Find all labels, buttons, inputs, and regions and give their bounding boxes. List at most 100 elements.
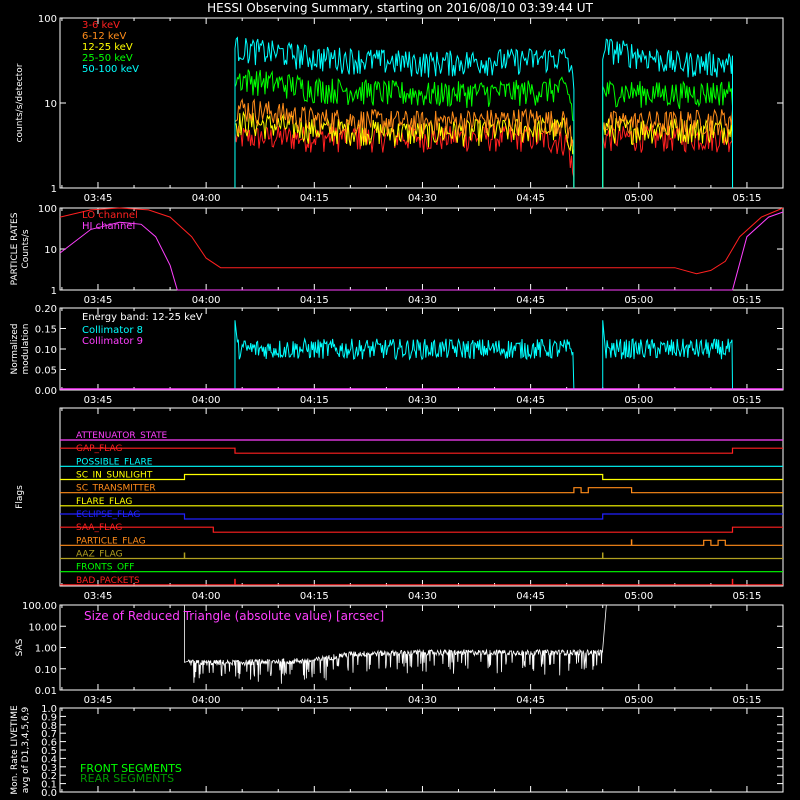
y-tick-label: 0.10 <box>35 665 57 676</box>
x-tick-label: 05:15 <box>733 695 762 706</box>
sas-ylabel-text: SAS <box>15 638 25 656</box>
y-tick-label: 0.05 <box>35 366 57 377</box>
flag-label: GAP_FLAG <box>76 444 122 454</box>
x-tick-label: 05:15 <box>733 193 762 204</box>
count-rate-series <box>234 98 575 189</box>
flag-label: ECLIPSE_FLAG <box>76 510 140 520</box>
modulation-legend-entry: Collimator 9 <box>82 336 143 347</box>
x-tick-label: 04:30 <box>408 295 437 306</box>
x-tick-label: 05:00 <box>624 193 653 204</box>
x-tick-label: 05:00 <box>624 591 653 602</box>
x-tick-label: 04:15 <box>300 193 329 204</box>
particle-rate-series <box>59 207 784 275</box>
y-tick-label: 100 <box>38 14 57 25</box>
x-tick-label: 05:15 <box>733 295 762 306</box>
modulation-series <box>234 320 575 391</box>
y-tick-label: 0.01 <box>35 686 57 697</box>
x-tick-label: 05:15 <box>733 395 762 406</box>
y-tick-label: 0.20 <box>35 304 57 315</box>
y-tick-label: 10 <box>44 99 57 110</box>
flag-trace <box>60 487 783 494</box>
x-tick-label: 04:45 <box>516 193 545 204</box>
x-tick-label: 03:45 <box>84 695 113 706</box>
particle-rate-ylabel-text: PARTICLE RATES <box>10 212 20 285</box>
x-tick-label: 04:15 <box>300 395 329 406</box>
count-rate-legend-entry: 25-50 keV <box>82 53 133 64</box>
flags-ylabel-text: Flags <box>15 485 25 509</box>
particle-rate-series <box>59 211 784 291</box>
modulation-annotation: Energy band: 12-25 keV <box>82 312 203 323</box>
summary-figure: 03:45 04:00 04:15 04:30 04:45 05:00 05:1511010… <box>10 14 784 799</box>
particle-rate-ylabel-text: Counts/s <box>21 229 31 268</box>
flag-trace <box>60 473 783 481</box>
modulation-ylabel-text: Normalized <box>10 323 20 374</box>
modulation-series <box>602 320 734 391</box>
livetime-legend-entry: REAR SEGMENTS <box>80 772 174 785</box>
y-tick-label: 100 <box>38 204 57 215</box>
count-rate-ylabel-text: counts/s/detector <box>15 63 25 142</box>
x-tick-label: 05:00 <box>624 695 653 706</box>
panel-frame-1 <box>59 17 784 189</box>
x-tick-label: 05:00 <box>624 295 653 306</box>
y-tick-label: 1 <box>51 286 57 297</box>
x-tick-label: 04:30 <box>408 395 437 406</box>
x-tick-label: 05:15 <box>733 591 762 602</box>
particle-rate-legend-entry: LO channel <box>82 210 138 221</box>
x-tick-label: 03:45 <box>84 395 113 406</box>
flags-ylabel: Flags <box>15 485 25 509</box>
x-tick-label: 04:45 <box>516 591 545 602</box>
x-tick-label: 03:45 <box>84 193 113 204</box>
particle-rate-legend-entry: HI channel <box>82 221 135 232</box>
y-tick-label: 1.0 <box>41 704 57 715</box>
livetime-ylabel-text: avg of D1,3,4,5,6,9 <box>21 706 31 793</box>
x-tick-label: 04:45 <box>516 395 545 406</box>
x-tick-label: 04:30 <box>408 591 437 602</box>
particle-rate-ylabel: PARTICLE RATES Counts/s <box>10 212 31 285</box>
x-tick-label: 04:00 <box>192 395 221 406</box>
count-rate-legend-entry: 3-6 keV <box>82 20 120 31</box>
count-rate-series <box>234 110 575 189</box>
flag-trace <box>60 539 783 546</box>
x-tick-label: 04:15 <box>300 295 329 306</box>
modulation-ylabel: Normalized modulation <box>10 323 31 374</box>
x-tick-label: 04:00 <box>192 295 221 306</box>
y-tick-label: 100.00 <box>22 601 57 612</box>
x-tick-label: 04:15 <box>300 591 329 602</box>
count-rate-series <box>602 38 734 189</box>
flag-trace <box>60 513 783 520</box>
count-rate-series <box>602 108 734 189</box>
y-tick-label: 1 <box>51 184 57 195</box>
x-tick-label: 04:30 <box>408 193 437 204</box>
y-tick-label: 1.00 <box>35 644 57 655</box>
modulation-legend-entry: Collimator 8 <box>82 325 143 336</box>
y-tick-label: 10 <box>44 245 57 256</box>
x-tick-label: 04:45 <box>516 695 545 706</box>
flag-trace <box>60 447 783 454</box>
panel-frame-2 <box>59 207 784 291</box>
count-rate-ylabel: counts/s/detector <box>15 63 25 142</box>
y-tick-label: 0.00 <box>35 386 57 397</box>
x-tick-label: 05:00 <box>624 395 653 406</box>
x-tick-label: 03:45 <box>84 295 113 306</box>
flag-trace <box>60 526 783 533</box>
x-tick-label: 04:00 <box>192 193 221 204</box>
count-rate-legend-entry: 50-100 keV <box>82 64 139 75</box>
x-tick-label: 04:00 <box>192 591 221 602</box>
livetime-ylabel-text: Mon. Rate LIVETIME <box>10 705 20 795</box>
x-tick-label: 04:45 <box>516 295 545 306</box>
x-tick-label: 04:15 <box>300 695 329 706</box>
y-tick-label: 10.00 <box>28 622 57 633</box>
x-tick-label: 03:45 <box>84 591 113 602</box>
x-tick-label: 04:00 <box>192 695 221 706</box>
sas-ylabel: SAS <box>15 638 25 656</box>
panel-frame-4 <box>59 407 784 587</box>
sas-annotation: Size of Reduced Triangle (absolute value… <box>84 609 384 623</box>
y-tick-label: 0.15 <box>35 325 57 336</box>
y-tick-label: 0.10 <box>35 345 57 356</box>
modulation-ylabel-text: modulation <box>21 324 31 375</box>
x-tick-label: 04:30 <box>408 695 437 706</box>
flag-label: SAA_FLAG <box>76 523 122 533</box>
count-rate-legend-entry: 6-12 keV <box>82 31 126 42</box>
livetime-ylabel: Mon. Rate LIVETIME avg of D1,3,4,5,6,9 <box>10 705 31 795</box>
count-rate-legend-entry: 12-25 keV <box>82 42 133 53</box>
